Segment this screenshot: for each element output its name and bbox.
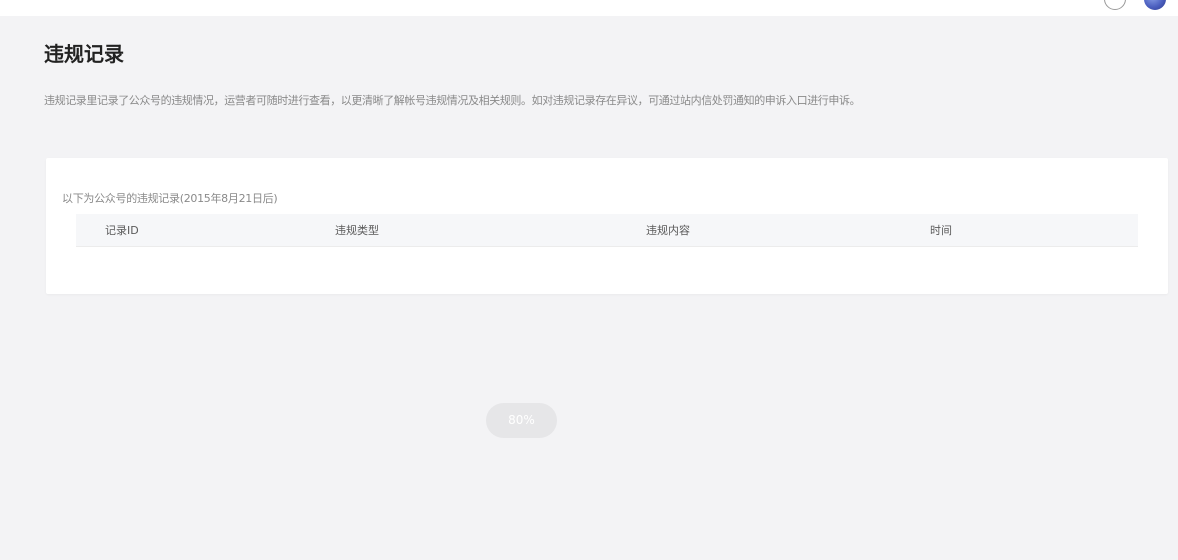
top-bar (0, 0, 1178, 16)
column-header-violation-content: 违规内容 (646, 224, 690, 237)
column-header-violation-type: 违规类型 (335, 224, 379, 237)
page-description: 违规记录里记录了公众号的违规情况，运营者可随时进行查看，以更清晰了解帐号违规情况… (44, 94, 861, 107)
violation-record-card: 以下为公众号的违规记录(2015年8月21日后) 记录ID 违规类型 违规内容 … (46, 158, 1168, 294)
user-avatar[interactable] (1144, 0, 1166, 10)
loading-progress-indicator: 80% (486, 403, 557, 438)
page-title: 违规记录 (44, 42, 124, 66)
column-header-record-id: 记录ID (105, 224, 139, 237)
record-caption: 以下为公众号的违规记录(2015年8月21日后) (62, 192, 278, 205)
help-circle-icon[interactable] (1104, 0, 1126, 10)
column-header-time: 时间 (930, 224, 952, 237)
table-header: 记录ID 违规类型 违规内容 时间 (76, 214, 1138, 247)
